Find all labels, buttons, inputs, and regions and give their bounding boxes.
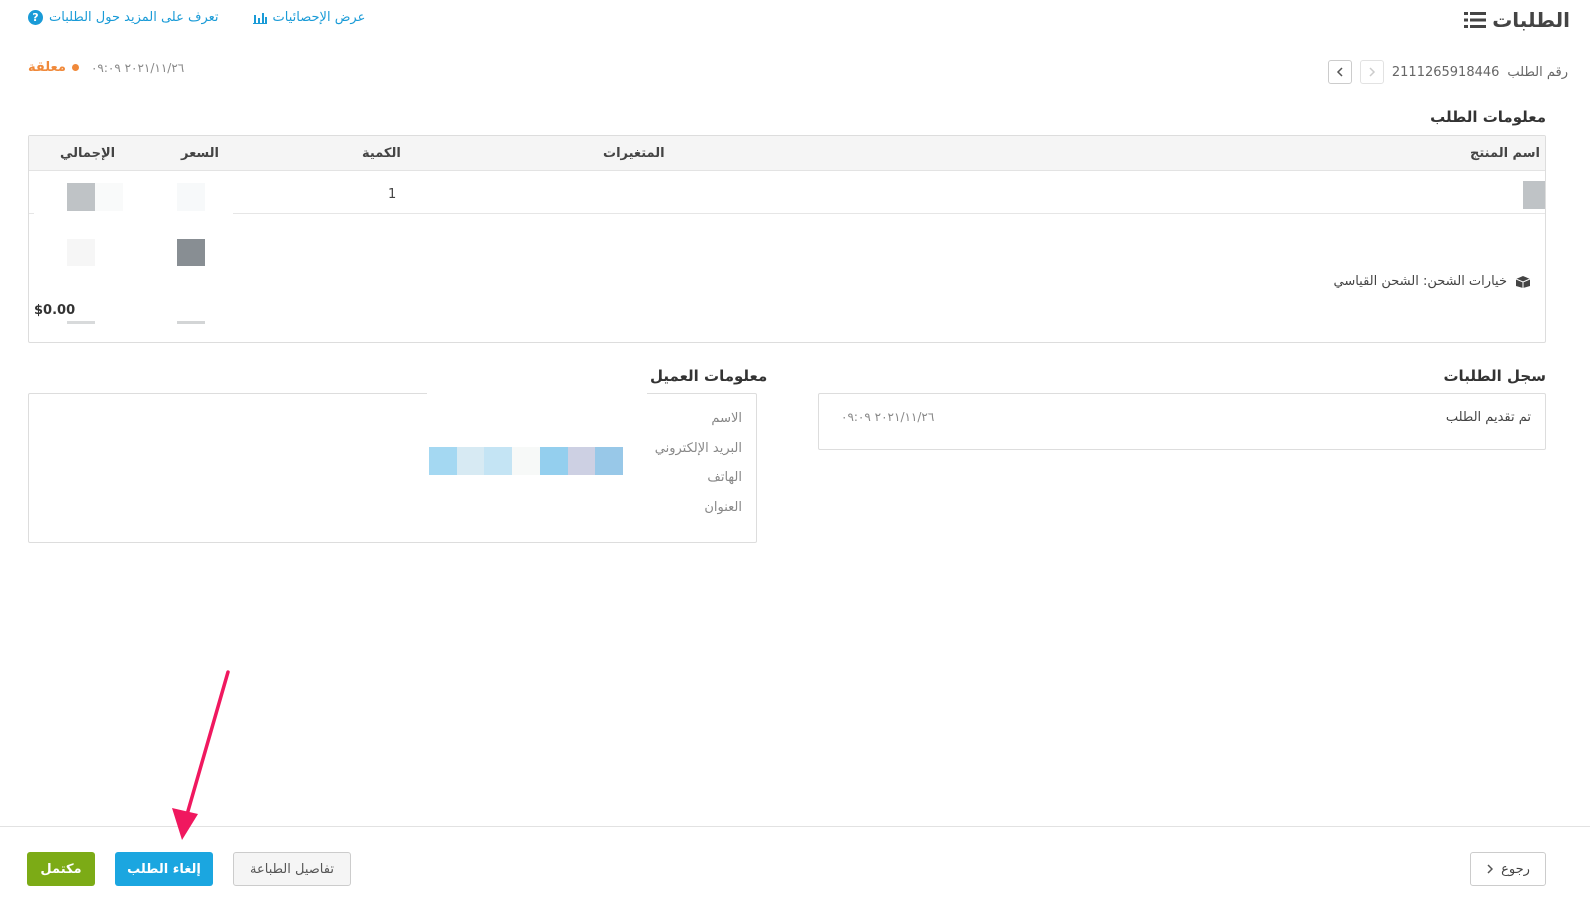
customer-email-label: البريد الإلكتروني [654, 441, 742, 456]
status-badge: معلقة [28, 60, 79, 75]
page-title-text: الطلبات [1492, 8, 1570, 32]
view-stats-label: عرض الإحصائيات [272, 10, 366, 25]
chevron-right-icon [1487, 864, 1494, 874]
col-price: السعر [181, 146, 219, 161]
customer-address-label: العنوان [704, 500, 742, 515]
history-title: سجل الطلبات [1443, 367, 1546, 385]
history-entry-text: تم تقديم الطلب [1445, 410, 1531, 425]
customer-name-label: الاسم [711, 411, 742, 426]
next-order-button[interactable] [1359, 60, 1384, 84]
summary-redacted-4 [67, 321, 95, 324]
bar-chart-icon [252, 12, 267, 24]
order-total: $0.00 [34, 303, 76, 318]
package-icon [1515, 275, 1531, 288]
col-variants: المتغيرات [603, 146, 665, 161]
history-panel: تم تقديم الطلب ٢٠٢١/١١/٢٦ ٠٩:٠٩ [818, 393, 1546, 450]
print-details-button[interactable]: تفاصيل الطباعة [233, 852, 351, 886]
back-button[interactable]: رجوع [1470, 852, 1546, 886]
annotation-arrow-icon [172, 670, 230, 840]
order-status-row: معلقة ٢٠٢١/١١/٢٦ ٠٩:٠٩ [28, 60, 184, 75]
product-thumbnail[interactable] [1523, 181, 1545, 209]
learn-more-link[interactable]: ? تعرف على المزيد حول الطلبات [28, 10, 219, 25]
page-title: الطلبات [1464, 8, 1570, 32]
help-icon: ? [28, 10, 43, 25]
status-text: معلقة [28, 60, 66, 75]
order-date: ٢٠٢١/١١/٢٦ ٠٩:٠٩ [90, 60, 185, 75]
learn-more-label: تعرف على المزيد حول الطلبات [49, 10, 219, 25]
order-info-table: اسم المنتج المتغيرات الكمية السعر الإجما… [28, 135, 1546, 343]
chevron-right-icon [1369, 67, 1375, 77]
col-total: الإجمالي [60, 146, 116, 161]
back-label: رجوع [1501, 861, 1530, 877]
order-number: 2111265918446 [1391, 64, 1500, 80]
order-number-row: 2111265918446 رقم الطلب [1327, 60, 1568, 84]
customer-title: معلومات العميل [650, 367, 768, 385]
row-total-redacted [67, 183, 95, 211]
order-info-title: معلومات الطلب [1430, 108, 1546, 126]
col-product: اسم المنتج [1470, 146, 1540, 161]
history-entry-date: ٢٠٢١/١١/٢٦ ٠٩:٠٩ [841, 410, 935, 424]
customer-panel: الاسم البريد الإلكتروني الهاتف العنوان [28, 392, 757, 543]
table-header: اسم المنتج المتغيرات الكمية السعر الإجما… [29, 136, 1545, 171]
shipping-option: خيارات الشحن: الشحن القياسي [1333, 274, 1531, 289]
row-total-redacted-2 [95, 183, 123, 211]
summary-redacted-3 [177, 321, 205, 324]
list-icon [1464, 12, 1487, 28]
row-price-redacted [177, 183, 205, 211]
col-quantity: الكمية [362, 146, 401, 161]
order-number-label: رقم الطلب [1507, 64, 1568, 80]
header-links: ? تعرف على المزيد حول الطلبات عرض الإحصا… [28, 10, 365, 25]
customer-phone-label: الهاتف [707, 470, 742, 485]
row-quantity: 1 [388, 187, 397, 202]
view-stats-link[interactable]: عرض الإحصائيات [252, 10, 366, 25]
chevron-left-icon [1336, 67, 1343, 77]
status-dot-icon [71, 64, 79, 71]
customer-border-gap [427, 392, 647, 398]
row-divider-left [29, 213, 34, 214]
cancel-order-button[interactable]: إلغاء الطلب [115, 852, 213, 886]
prev-order-button[interactable] [1327, 60, 1352, 84]
row-divider [233, 213, 1545, 214]
complete-button[interactable]: مكتمل [27, 852, 95, 886]
summary-redacted-1 [177, 239, 205, 266]
summary-redacted-2 [67, 239, 95, 266]
shipping-text: خيارات الشحن: الشحن القياسي [1333, 274, 1507, 289]
customer-email-redacted [429, 447, 624, 475]
